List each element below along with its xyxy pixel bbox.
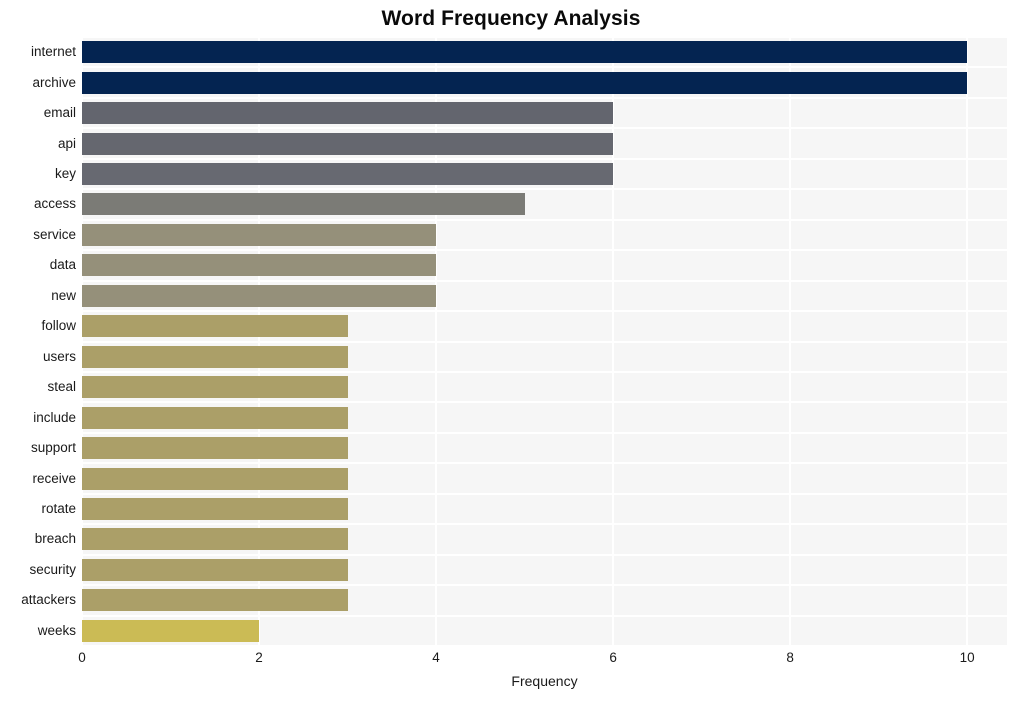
bar-row: [82, 284, 1007, 307]
y-tick-label-new: new: [51, 287, 76, 303]
gridline-y-4: [82, 157, 1007, 160]
bar-row: [82, 619, 1007, 642]
bar-security: [82, 558, 348, 581]
gridline-y-9: [82, 310, 1007, 313]
gridline-y-7: [82, 249, 1007, 252]
y-tick-label-service: service: [33, 226, 76, 242]
bar-row: [82, 437, 1007, 460]
y-axis-tick-labels: internet archive email api key access service d…: [0, 37, 76, 646]
y-tick-label-attackers: attackers: [21, 592, 76, 608]
gridline-y-10: [82, 340, 1007, 343]
x-axis-title: Frequency: [511, 673, 578, 689]
bar-access: [82, 193, 525, 216]
bar-weeks: [82, 619, 260, 642]
y-tick-label-archive: archive: [32, 74, 76, 90]
y-tick-label-rotate: rotate: [41, 500, 76, 516]
x-tick-label-10: 10: [959, 650, 975, 665]
y-tick-label-weeks: weeks: [37, 622, 76, 638]
bar-row: [82, 163, 1007, 186]
gridline-y-3: [82, 127, 1007, 130]
bar-row: [82, 71, 1007, 94]
bar-row: [82, 254, 1007, 277]
bar-row: [82, 467, 1007, 490]
y-tick-label-include: include: [33, 409, 76, 425]
y-tick-label-api: api: [57, 135, 76, 151]
bar-key: [82, 163, 614, 186]
y-tick-label-security: security: [29, 561, 76, 577]
x-tick-label-0: 0: [78, 650, 86, 665]
gridline-y-12: [82, 401, 1007, 404]
bar-row: [82, 497, 1007, 520]
bar-users: [82, 345, 348, 368]
x-tick-label-8: 8: [786, 650, 794, 665]
bar-row: [82, 132, 1007, 155]
bar-rotate: [82, 497, 348, 520]
x-tick-label-4: 4: [432, 650, 440, 665]
bar-include: [82, 406, 348, 429]
bar-data: [82, 254, 437, 277]
gridline-y-8: [82, 279, 1007, 282]
bar-row: [82, 223, 1007, 246]
gridline-y-2: [82, 96, 1007, 99]
bar-row: [82, 376, 1007, 399]
word-frequency-chart: Word Frequency Analysis internet archive e…: [0, 0, 1022, 701]
y-tick-label-steal: steal: [47, 379, 76, 395]
bar-new: [82, 284, 437, 307]
bar-follow: [82, 315, 348, 338]
x-tick-label-6: 6: [609, 650, 617, 665]
bar-archive: [82, 71, 968, 94]
bar-api: [82, 132, 614, 155]
gridline-y-1: [82, 66, 1007, 69]
bar-row: [82, 102, 1007, 125]
bar-breach: [82, 528, 348, 551]
y-tick-label-users: users: [42, 348, 76, 364]
y-tick-label-follow: follow: [41, 318, 76, 334]
bar-row: [82, 558, 1007, 581]
bar-row: [82, 406, 1007, 429]
y-tick-label-data: data: [49, 257, 76, 273]
y-tick-label-key: key: [54, 166, 76, 182]
gridline-y-15: [82, 492, 1007, 495]
bar-internet: [82, 41, 968, 64]
bar-service: [82, 223, 437, 246]
y-tick-label-receive: receive: [32, 470, 76, 486]
gridline-y-17: [82, 553, 1007, 556]
bar-steal: [82, 376, 348, 399]
gridline-y-18: [82, 584, 1007, 587]
bar-row: [82, 589, 1007, 612]
y-tick-label-breach: breach: [34, 531, 76, 547]
gridline-y-14: [82, 462, 1007, 465]
gridline-y-6: [82, 218, 1007, 221]
gridline-y-16: [82, 523, 1007, 526]
y-tick-label-email: email: [43, 105, 76, 121]
gridline-y-19: [82, 614, 1007, 617]
bar-row: [82, 315, 1007, 338]
x-axis-tick-labels: 0 2 4 6 8 10: [0, 648, 1022, 670]
bar-row: [82, 41, 1007, 64]
x-tick-label-2: 2: [255, 650, 263, 665]
chart-title: Word Frequency Analysis: [381, 7, 641, 30]
bar-row: [82, 345, 1007, 368]
gridline-y-20: [82, 645, 1007, 647]
gridline-y-11: [82, 370, 1007, 373]
bar-email: [82, 102, 614, 125]
gridline-y-13: [82, 431, 1007, 434]
bar-row: [82, 193, 1007, 216]
bar-receive: [82, 467, 348, 490]
bar-row: [82, 528, 1007, 551]
bar-attackers: [82, 589, 348, 612]
plot-area: [81, 36, 1007, 647]
y-tick-label-access: access: [33, 196, 76, 212]
y-tick-label-support: support: [30, 440, 76, 456]
gridline-y-5: [82, 188, 1007, 191]
y-tick-label-internet: internet: [30, 44, 76, 60]
bar-support: [82, 437, 348, 460]
gridline-y-0: [82, 36, 1007, 38]
